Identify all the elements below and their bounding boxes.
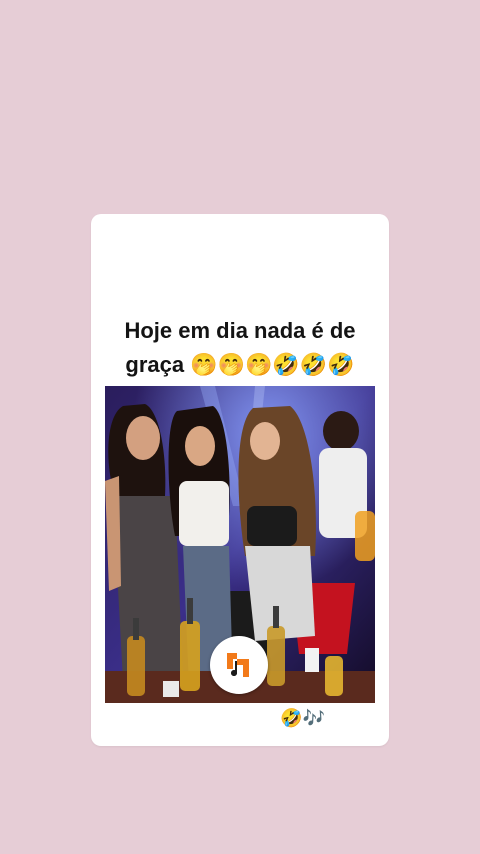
logo-glyph-icon <box>227 653 249 677</box>
post-caption: Hoje em dia nada é de graça 🤭🤭🤭🤣🤣🤣 <box>91 314 389 383</box>
caption-emojis: 🤭🤭🤭🤣🤣🤣 <box>190 353 355 378</box>
music-app-logo-icon[interactable] <box>210 636 268 694</box>
caption-line-2: graça 🤭🤭🤭🤣🤣🤣 <box>91 348 389 383</box>
screen: Hoje em dia nada é de graça 🤭🤭🤭🤣🤣🤣 🤣🎶 <box>0 0 480 854</box>
caption-line-1: Hoje em dia nada é de <box>124 318 356 343</box>
video-frame[interactable] <box>105 386 375 703</box>
reaction-emojis: 🤣🎶 <box>280 708 325 729</box>
post-card[interactable]: Hoje em dia nada é de graça 🤭🤭🤭🤣🤣🤣 🤣🎶 <box>91 214 389 746</box>
caption-word: graça <box>125 352 185 377</box>
